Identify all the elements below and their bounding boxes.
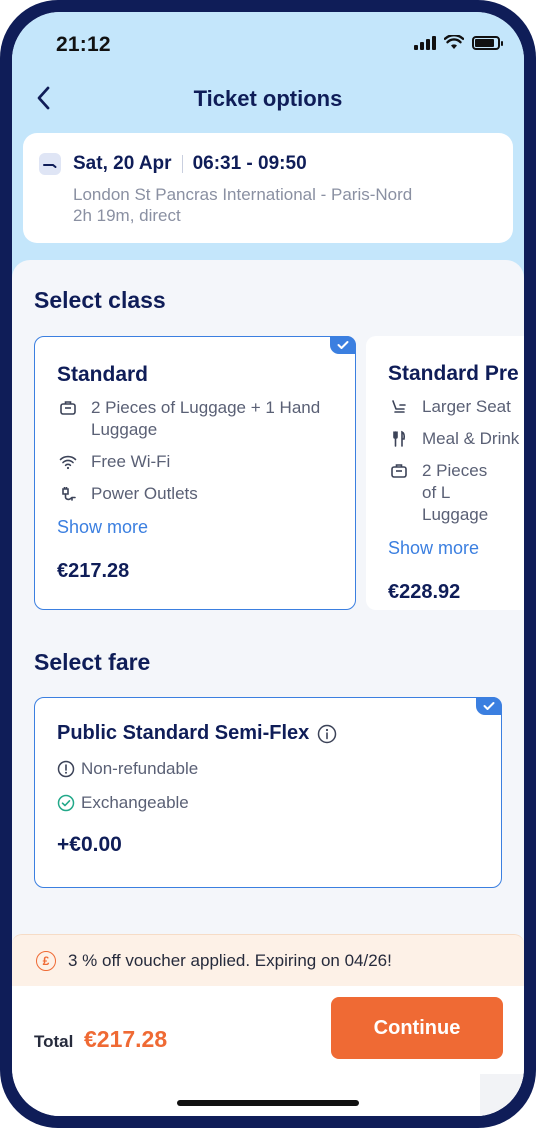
divider: [181, 155, 183, 173]
feature-item: Power Outlets: [57, 483, 333, 505]
total-value: €217.28: [84, 1026, 168, 1052]
feature-label: 2 Pieces of L Luggage: [422, 461, 489, 524]
class-card-standard-premier[interactable]: Standard Pre Larger Seat Meal & Drink 2 …: [366, 336, 524, 610]
feature-label: Larger Seat: [422, 397, 511, 416]
home-indicator[interactable]: [177, 1100, 359, 1106]
fare-condition: Non-refundable: [57, 759, 479, 779]
fare-price: +€0.00: [57, 833, 122, 856]
feature-item: Meal & Drink: [388, 428, 524, 450]
voucher-banner: £ 3 % off voucher applied. Expiring on 0…: [12, 934, 524, 986]
journey-duration: 2h 19m, direct: [73, 206, 181, 225]
feature-label: Power Outlets: [91, 484, 198, 503]
select-class-title: Select class: [34, 287, 166, 313]
screen: 21:12 Ticket options Sat, 20 Apr 06:31 -…: [12, 12, 524, 1116]
feature-label: Free Wi-Fi: [91, 452, 171, 471]
luggage-icon: [388, 460, 410, 482]
status-time: 21:12: [56, 33, 111, 56]
fare-condition-label: Non-refundable: [81, 759, 199, 778]
corner-shade: [480, 1074, 524, 1116]
train-icon: [39, 153, 61, 175]
cutlery-icon: [388, 428, 410, 450]
fare-condition-label: Exchangeable: [81, 793, 189, 812]
wifi-icon: [57, 451, 79, 473]
fare-card-semi-flex[interactable]: Public Standard Semi-Flex Non-refundable…: [34, 697, 502, 888]
show-more-link[interactable]: Show more: [388, 538, 524, 559]
feature-label: Meal & Drink: [422, 429, 520, 448]
class-price: €217.28: [57, 560, 130, 582]
bottom-bar: Total €217.28 Continue: [12, 986, 524, 1116]
show-more-link[interactable]: Show more: [57, 517, 333, 538]
signal-icon: [414, 35, 436, 50]
continue-button[interactable]: Continue: [331, 997, 503, 1059]
fare-condition: Exchangeable: [57, 793, 479, 813]
feature-item: Free Wi-Fi: [57, 451, 333, 473]
exclamation-icon: [57, 760, 75, 778]
select-fare-title: Select fare: [34, 649, 151, 675]
phone-frame: 21:12 Ticket options Sat, 20 Apr 06:31 -…: [0, 0, 536, 1128]
voucher-text: 3 % off voucher applied. Expiring on 04/…: [68, 950, 392, 970]
class-card-standard[interactable]: Standard 2 Pieces of Luggage + 1 Hand Lu…: [34, 336, 356, 610]
selected-check-icon: [476, 697, 502, 715]
selected-check-icon: [330, 336, 356, 354]
feature-item: 2 Pieces of L Luggage: [388, 460, 498, 526]
class-card-title: Standard Pre: [388, 362, 519, 385]
pound-coin-icon: £: [36, 950, 56, 971]
luggage-icon: [57, 397, 79, 419]
journey-summary-card: Sat, 20 Apr 06:31 - 09:50 London St Panc…: [23, 133, 513, 243]
journey-date: Sat, 20 Apr: [73, 153, 172, 174]
seat-icon: [388, 396, 410, 418]
power-outlet-icon: [57, 483, 79, 505]
fare-title: Public Standard Semi-Flex: [57, 722, 310, 744]
journey-route: London St Pancras International - Paris-…: [73, 185, 413, 204]
wifi-status-icon: [444, 35, 464, 49]
feature-label: 2 Pieces of Luggage + 1 Hand Luggage: [91, 398, 321, 439]
journey-time: 06:31 - 09:50: [192, 153, 307, 174]
info-icon[interactable]: [317, 724, 337, 744]
feature-item: 2 Pieces of Luggage + 1 Hand Luggage: [57, 397, 333, 441]
class-price: €228.92: [388, 581, 461, 603]
battery-icon: [472, 35, 503, 50]
status-icons: [414, 35, 503, 50]
total-label: Total: [34, 1032, 74, 1051]
check-circle-icon: [57, 794, 75, 812]
class-card-title: Standard: [57, 363, 149, 386]
feature-item: Larger Seat: [388, 396, 524, 418]
page-title: Ticket options: [193, 86, 343, 111]
